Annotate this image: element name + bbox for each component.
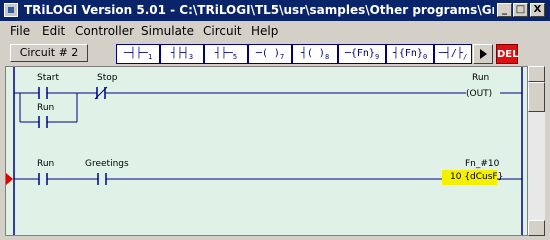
ladder-diagram-area[interactable]: Start Stop Run (OUT) Run Run Greetings F… [5,66,528,236]
series-contact-button[interactable]: ─┤├─1 [116,44,160,64]
parallel-coil-button[interactable]: ┤( )8 [292,44,338,64]
function-button[interactable]: ─{Fn}9 [338,44,386,64]
rung-2[interactable] [14,173,442,185]
title-bar: TRiLOGI Version 5.01 - C:\TRiLOGI\TL5\us… [0,0,550,21]
scroll-down-icon[interactable] [528,220,545,236]
delete-button[interactable]: DEL [496,44,519,64]
app-icon [4,3,18,17]
menu-simulate[interactable]: Simulate [141,24,194,38]
start-label: Start [37,73,59,83]
ladder-canvas: Start Stop Run (OUT) Run Run Greetings F… [6,67,523,235]
fn-label: Fn_#10 [465,159,500,169]
close-button[interactable]: X [530,3,545,17]
scroll-thumb[interactable] [528,82,545,112]
stop-label: Stop [97,73,118,83]
run-contact-label: Run [37,159,54,169]
scroll-up-icon[interactable] [528,66,545,82]
fn-box-text: 10 {dCusF} [450,172,503,182]
parallel-contact-button[interactable]: ┤├┤3 [160,44,204,64]
cursor-marker-icon [6,173,13,185]
window-title: TRiLOGI Version 5.01 - C:\TRiLOGI\TL5\us… [24,3,494,17]
run-coil-out: (OUT) [466,89,492,99]
menu-help[interactable]: Help [251,24,278,38]
nc-contact-button[interactable]: ─┤/├/ [434,44,472,64]
menu-controller[interactable]: Controller [75,24,134,38]
menu-file[interactable]: File [10,24,30,38]
greetings-label: Greetings [85,159,129,169]
trilogi-window: TRiLOGI Version 5.01 - C:\TRiLOGI\TL5\us… [0,0,550,240]
run-coil-label: Run [472,73,489,83]
menu-edit[interactable]: Edit [42,24,65,38]
menu-bar: File Edit Controller Simulate Circuit He… [0,21,550,41]
toolbar: Circuit # 2 ─┤├─1 ┤├┤3 ┤├─5 ─( )7 ┤( )8 … [0,41,550,65]
play-icon[interactable] [473,44,493,64]
branch-contact-button[interactable]: ┤├─5 [204,44,248,64]
vertical-scrollbar[interactable] [528,66,545,236]
rung-1[interactable] [14,86,522,100]
minimize-button[interactable]: _ [497,3,512,17]
run-branch-label: Run [37,103,54,113]
coil-button[interactable]: ─( )7 [248,44,292,64]
parallel-function-button[interactable]: ┤{Fn}0 [386,44,434,64]
menu-circuit[interactable]: Circuit [203,24,242,38]
maximize-button[interactable]: □ [513,3,528,17]
circuit-number-button[interactable]: Circuit # 2 [10,44,88,62]
